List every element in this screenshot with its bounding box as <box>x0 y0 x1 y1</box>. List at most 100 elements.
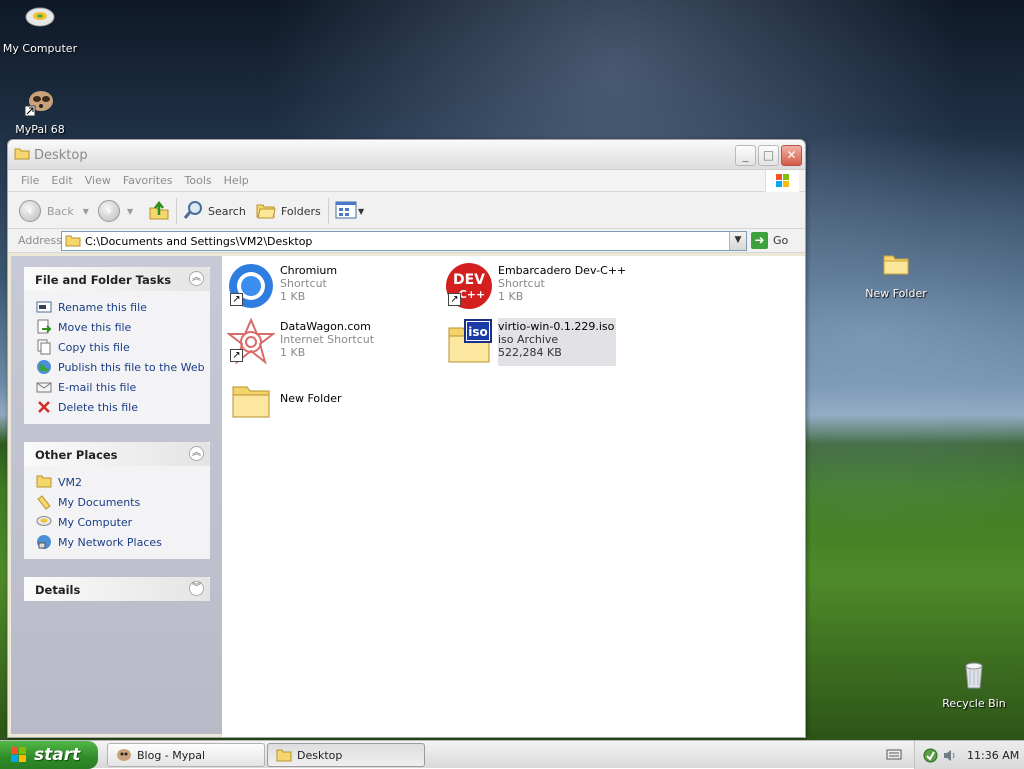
address-label: Address <box>18 234 62 247</box>
file-item-chromium[interactable]: ↗ Chromium Shortcut 1 KB <box>227 262 337 310</box>
file-item-virtio-iso[interactable]: iso virtio-win-0.1.229.iso iso Archive 5… <box>445 318 617 366</box>
desktop-icon-new-folder[interactable]: New Folder <box>856 250 936 300</box>
place-vm2[interactable]: VM2 <box>24 472 210 492</box>
chevron-down-icon: ▼ <box>82 206 89 216</box>
collapse-chevron-icon[interactable]: ︽ <box>189 271 204 286</box>
maximize-button[interactable]: □ <box>758 145 779 166</box>
toolbar-separator <box>176 198 177 224</box>
chevron-down-icon: ▼ <box>358 206 365 216</box>
go-arrow-icon: ➜ <box>751 232 768 249</box>
panel-header[interactable]: Other Places ︽ <box>24 442 210 466</box>
file-item-datawagon[interactable]: ↗ DataWagon.com Internet Shortcut 1 KB <box>226 317 374 366</box>
chromium-icon: ↗ <box>227 262 275 310</box>
task-pane: File and Folder Tasks ︽ Rename this file… <box>11 256 222 734</box>
file-item-new-folder[interactable]: New Folder <box>227 377 341 425</box>
folder-icon <box>14 148 30 160</box>
svg-text:C++: C++ <box>459 288 486 301</box>
back-arrow-icon: ‹ <box>19 200 41 222</box>
mypal-icon <box>23 86 57 120</box>
rename-icon <box>36 299 52 315</box>
volume-icon[interactable] <box>942 748 957 763</box>
file-item-devcpp[interactable]: DEV C++ ↗ Embarcadero Dev-C++ Shortcut 1 … <box>445 262 626 310</box>
windows-logo-icon <box>765 170 799 192</box>
menu-file[interactable]: File <box>15 170 45 187</box>
address-dropdown-button[interactable]: ▼ <box>729 232 746 250</box>
task-rename-file[interactable]: Rename this file <box>24 297 210 317</box>
globe-icon <box>36 359 52 375</box>
address-bar: Address C:\Documents and Settings\VM2\De… <box>8 229 805 253</box>
address-value: C:\Documents and Settings\VM2\Desktop <box>85 234 313 248</box>
minimize-button[interactable]: _ <box>735 145 756 166</box>
collapse-chevron-icon[interactable]: ︽ <box>189 446 204 461</box>
title-bar[interactable]: Desktop _ □ ✕ <box>8 140 805 170</box>
place-my-network-places[interactable]: My Network Places <box>24 532 210 552</box>
move-icon <box>36 319 52 335</box>
folder-icon <box>227 377 275 425</box>
toolbar-separator <box>328 198 329 224</box>
go-button[interactable]: ➜ Go <box>751 232 788 249</box>
up-folder-button[interactable] <box>148 200 170 222</box>
search-icon <box>182 199 204 224</box>
search-button[interactable]: Search <box>182 200 246 222</box>
file-folder-tasks-panel: File and Folder Tasks ︽ Rename this file… <box>24 267 210 424</box>
views-button[interactable]: ▼ <box>335 200 364 222</box>
taskbar: start Blog - Mypal Desktop 11:36 AM <box>0 740 1024 769</box>
shortcut-arrow-icon: ↗ <box>448 293 461 306</box>
place-my-documents[interactable]: My Documents <box>24 492 210 512</box>
panel-header[interactable]: File and Folder Tasks ︽ <box>24 267 210 291</box>
taskbar-item-desktop[interactable]: Desktop <box>267 743 425 767</box>
forward-arrow-icon: › <box>98 200 120 222</box>
my-documents-icon <box>36 494 52 510</box>
up-folder-icon <box>148 199 170 224</box>
windows-logo-icon <box>10 746 28 764</box>
start-button[interactable]: start <box>0 741 98 769</box>
menu-view[interactable]: View <box>79 170 117 187</box>
mypal-icon <box>116 748 132 762</box>
menu-tools[interactable]: Tools <box>179 170 218 187</box>
shortcut-arrow-icon: ↗ <box>230 349 243 362</box>
task-move-file[interactable]: Move this file <box>24 317 210 337</box>
address-input[interactable]: C:\Documents and Settings\VM2\Desktop ▼ <box>61 231 747 251</box>
desktop-icon-recycle-bin[interactable]: Recycle Bin <box>934 660 1014 710</box>
keyboard-icon[interactable] <box>886 747 902 761</box>
network-icon <box>36 534 52 550</box>
file-list: ↗ Chromium Shortcut 1 KB DEV C++ ↗ Embarc… <box>222 256 805 737</box>
menu-edit[interactable]: Edit <box>45 170 78 187</box>
taskbar-item-mypal[interactable]: Blog - Mypal <box>107 743 265 767</box>
desktop-icon-mypal[interactable]: MyPal 68 <box>0 86 80 136</box>
panel-header[interactable]: Details ︾ <box>24 577 210 601</box>
shortcut-arrow-icon: ↗ <box>230 293 243 306</box>
email-icon <box>36 379 52 395</box>
task-publish-web[interactable]: Publish this file to the Web <box>24 357 210 377</box>
back-button[interactable]: ‹ Back ▼ <box>19 200 89 222</box>
clock[interactable]: 11:36 AM <box>967 749 1019 762</box>
menu-favorites[interactable]: Favorites <box>117 170 179 187</box>
datawagon-icon: ↗ <box>226 317 276 366</box>
details-panel: Details ︾ <box>24 577 210 601</box>
views-icon <box>335 200 357 223</box>
iso-icon: iso <box>445 318 493 366</box>
folders-icon <box>255 200 277 223</box>
my-computer-icon <box>36 514 52 530</box>
menu-bar: File Edit View Favorites Tools Help <box>8 170 805 192</box>
forward-button[interactable]: › ▼ <box>98 200 133 222</box>
close-button[interactable]: ✕ <box>781 145 802 166</box>
system-tray: 11:36 AM <box>914 741 1024 769</box>
place-my-computer[interactable]: My Computer <box>24 512 210 532</box>
task-copy-file[interactable]: Copy this file <box>24 337 210 357</box>
network-status-icon[interactable] <box>923 748 938 763</box>
explorer-window: Desktop _ □ ✕ File Edit View Favorites Tools… <box>7 139 806 738</box>
window-title: Desktop <box>34 148 88 163</box>
other-places-panel: Other Places ︽ VM2 My Documents My Compu… <box>24 442 210 559</box>
folders-button[interactable]: Folders <box>255 200 321 222</box>
folder-icon <box>65 235 81 247</box>
menu-help[interactable]: Help <box>218 170 255 187</box>
expand-chevron-icon[interactable]: ︾ <box>189 581 204 596</box>
folder-icon <box>36 474 52 490</box>
desktop-icon-my-computer[interactable]: My Computer <box>0 5 80 55</box>
task-email-file[interactable]: E-mail this file <box>24 377 210 397</box>
copy-icon <box>36 339 52 355</box>
svg-text:iso: iso <box>468 325 488 339</box>
folder-icon <box>879 250 913 284</box>
task-delete-file[interactable]: Delete this file <box>24 397 210 417</box>
